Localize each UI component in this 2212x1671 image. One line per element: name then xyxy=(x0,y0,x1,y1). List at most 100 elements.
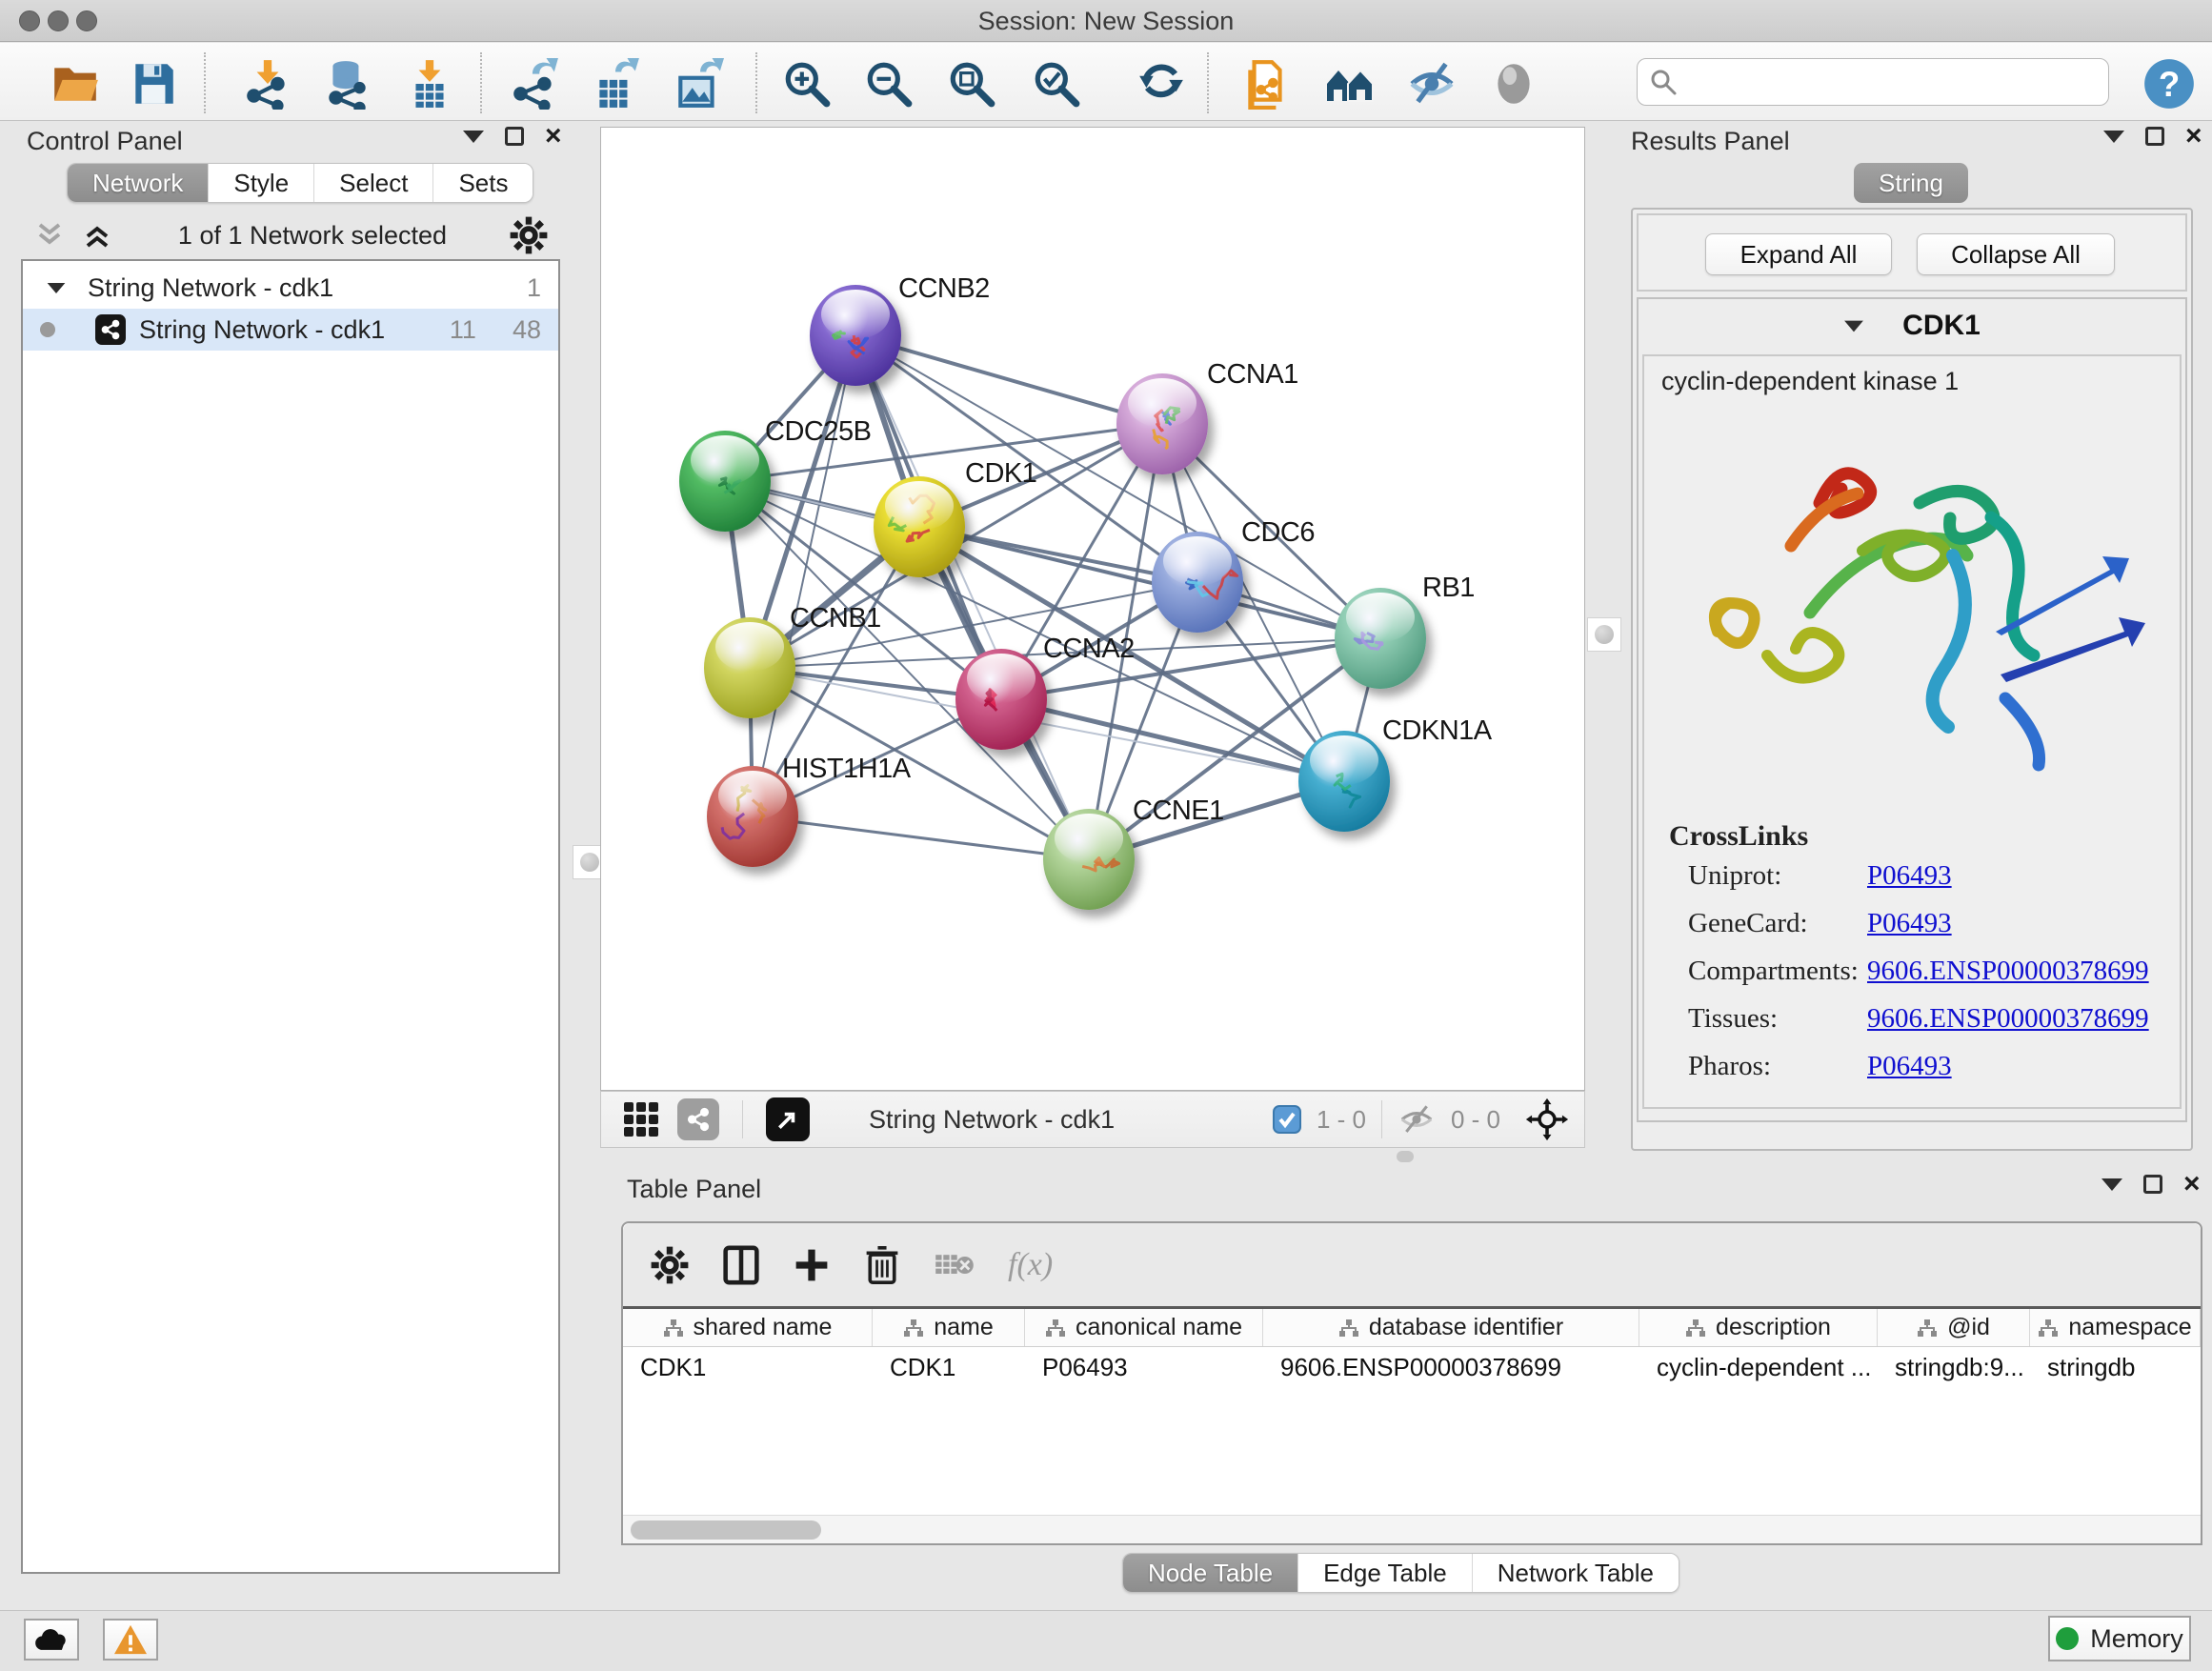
tab-network[interactable]: Network xyxy=(68,164,208,202)
network-edge[interactable] xyxy=(855,335,1162,424)
open-in-window-icon[interactable] xyxy=(766,1097,810,1141)
main-toolbar: ? xyxy=(0,43,2212,121)
column-header-name[interactable]: name xyxy=(873,1309,1025,1346)
show-view-icon[interactable] xyxy=(1486,56,1541,111)
crosslink-value-link[interactable]: P06493 xyxy=(1867,1051,1952,1082)
collapse-all-icon[interactable] xyxy=(34,221,69,250)
network-edge[interactable] xyxy=(753,816,1089,859)
delete-column-icon[interactable] xyxy=(863,1244,901,1286)
tab-select[interactable]: Select xyxy=(313,164,432,202)
tab-network-table[interactable]: Network Table xyxy=(1472,1554,1679,1592)
table-gear-icon[interactable] xyxy=(650,1245,690,1285)
help-icon[interactable]: ? xyxy=(2142,56,2197,111)
results-panel-close-icon[interactable]: × xyxy=(2185,127,2202,146)
right-splitter-handle[interactable] xyxy=(1587,617,1621,652)
import-network-database-icon[interactable] xyxy=(320,56,375,111)
network-home-icon[interactable] xyxy=(1322,56,1377,111)
table-panel-maximize-icon[interactable] xyxy=(2143,1175,2162,1194)
crosslink-value-link[interactable]: P06493 xyxy=(1867,908,1952,939)
export-network-icon[interactable] xyxy=(507,56,562,111)
table-cell[interactable]: stringdb:9... xyxy=(1878,1347,2030,1387)
crosslink-value-link[interactable]: 9606.ENSP00000378699 xyxy=(1867,956,2149,987)
zoom-out-icon[interactable] xyxy=(861,56,916,111)
crosslink-value-link[interactable]: P06493 xyxy=(1867,860,1952,892)
table-row[interactable]: CDK1CDK1P064939606.ENSP00000378699cyclin… xyxy=(623,1347,2201,1387)
tree-expand-icon[interactable] xyxy=(48,282,66,292)
table-cell[interactable]: 9606.ENSP00000378699 xyxy=(1263,1347,1639,1387)
scrollbar-thumb[interactable] xyxy=(631,1520,821,1540)
window-close-button[interactable] xyxy=(19,10,40,31)
birdseye-grid-icon[interactable] xyxy=(622,1100,660,1138)
search-box[interactable] xyxy=(1637,58,2109,106)
tab-style[interactable]: Style xyxy=(208,164,313,202)
network-collection-row[interactable]: String Network - cdk1 1 xyxy=(23,267,558,309)
hidden-eye-icon[interactable] xyxy=(1398,1104,1436,1135)
open-session-icon[interactable] xyxy=(48,56,103,111)
column-header-namespace[interactable]: namespace xyxy=(2030,1309,2201,1346)
hide-selected-icon[interactable] xyxy=(1404,56,1459,111)
zoom-in-icon[interactable] xyxy=(779,56,835,111)
column-header-databaseidentifier[interactable]: database identifier xyxy=(1263,1309,1639,1346)
gear-icon[interactable] xyxy=(509,215,549,255)
zoom-selected-icon[interactable] xyxy=(1029,56,1084,111)
crosslinks-list: Uniprot:P06493GeneCard:P06493Compartment… xyxy=(1688,860,2174,1098)
protein-collapse-icon[interactable] xyxy=(1844,320,1863,332)
save-session-icon[interactable] xyxy=(126,56,181,111)
export-image-icon[interactable] xyxy=(671,56,726,111)
selected-checkbox-icon[interactable] xyxy=(1273,1105,1301,1134)
table-cell[interactable]: cyclin-dependent ... xyxy=(1639,1347,1878,1387)
window-zoom-button[interactable] xyxy=(76,10,97,31)
table-cell[interactable]: CDK1 xyxy=(623,1347,873,1387)
column-header-sharedname[interactable]: shared name xyxy=(623,1309,873,1346)
network-edge[interactable] xyxy=(753,335,855,816)
search-input[interactable] xyxy=(1678,68,2087,97)
network-node-RB1[interactable]: RB1 xyxy=(1335,573,1475,689)
add-column-icon[interactable] xyxy=(793,1246,831,1284)
column-header-description[interactable]: description xyxy=(1639,1309,1878,1346)
string-share-icon[interactable] xyxy=(677,1098,719,1140)
table-cell[interactable]: CDK1 xyxy=(873,1347,1025,1387)
tab-node-table[interactable]: Node Table xyxy=(1123,1554,1297,1592)
network-node-CCNB1[interactable]: CCNB1 xyxy=(704,603,881,718)
network-node-HIST1H1A[interactable]: HIST1H1A xyxy=(707,754,912,867)
control-panel-maximize-icon[interactable] xyxy=(505,127,524,146)
toolbar-separator xyxy=(204,52,206,113)
column-type-icon xyxy=(1685,1319,1706,1338)
import-table-file-icon[interactable] xyxy=(402,56,457,111)
results-panel-maximize-icon[interactable] xyxy=(2145,127,2164,146)
memory-button[interactable]: Memory xyxy=(2048,1616,2191,1661)
tab-sets[interactable]: Sets xyxy=(432,164,533,202)
fit-content-crosshair-icon[interactable] xyxy=(1525,1097,1569,1141)
table-cell[interactable]: P06493 xyxy=(1025,1347,1263,1387)
export-table-icon[interactable] xyxy=(588,56,643,111)
zoom-fit-icon[interactable] xyxy=(944,56,999,111)
cloud-button[interactable] xyxy=(24,1619,79,1661)
show-columns-icon[interactable] xyxy=(722,1244,760,1286)
crosslink-value-link[interactable]: 9606.ENSP00000378699 xyxy=(1867,1003,2149,1035)
tab-edge-table[interactable]: Edge Table xyxy=(1297,1554,1472,1592)
table-panel-close-icon[interactable]: × xyxy=(2183,1175,2201,1194)
results-panel-float-icon[interactable] xyxy=(2103,131,2124,143)
expand-all-icon[interactable] xyxy=(82,221,116,250)
network-node-CCNA1[interactable]: CCNA1 xyxy=(1116,359,1298,474)
window-minimize-button[interactable] xyxy=(48,10,69,31)
column-header-id[interactable]: @id xyxy=(1878,1309,2030,1346)
control-panel-close-icon[interactable]: × xyxy=(545,127,562,146)
table-horizontal-scrollbar[interactable] xyxy=(623,1515,2201,1543)
table-cell[interactable]: stringdb xyxy=(2030,1347,2201,1387)
tab-string[interactable]: String xyxy=(1854,163,1968,203)
column-header-canonicalname[interactable]: canonical name xyxy=(1025,1309,1263,1346)
warning-button[interactable] xyxy=(103,1619,158,1661)
collapse-all-button[interactable]: Collapse All xyxy=(1917,233,2115,275)
network-canvas[interactable]: CCNB2CCNA1CDC25BCDK1CDC6RB1CCNB1CCNA2CDK… xyxy=(600,127,1585,1091)
import-string-network-icon[interactable] xyxy=(1238,56,1294,111)
network-row-selected[interactable]: String Network - cdk1 11 48 xyxy=(23,309,558,351)
network-node-CCNE1[interactable]: CCNE1 xyxy=(1043,795,1224,910)
table-header-row[interactable]: shared namenamecanonical namedatabase id… xyxy=(623,1309,2201,1347)
import-network-file-icon[interactable] xyxy=(240,56,295,111)
network-node-CDKN1A[interactable]: CDKN1A xyxy=(1298,715,1493,832)
table-panel-float-icon[interactable] xyxy=(2101,1178,2122,1191)
refresh-view-icon[interactable] xyxy=(1134,56,1189,111)
control-panel-float-icon[interactable] xyxy=(463,131,484,143)
expand-all-button[interactable]: Expand All xyxy=(1705,233,1892,275)
